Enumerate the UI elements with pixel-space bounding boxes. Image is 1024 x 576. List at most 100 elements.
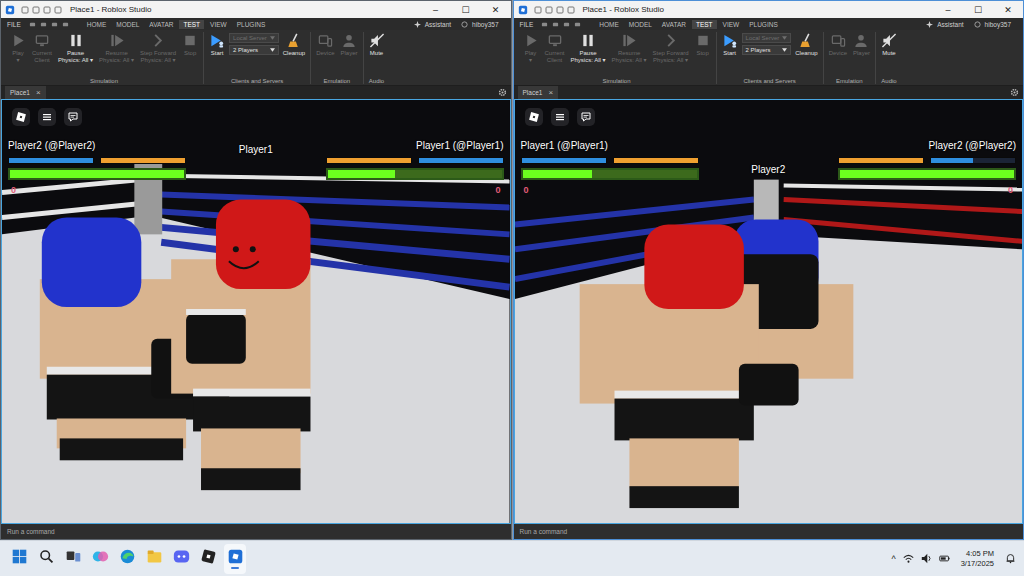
ribbon-tab[interactable]: PLUGINS xyxy=(745,20,782,29)
show-hidden-icons-button[interactable]: ^ xyxy=(891,554,895,564)
ribbon-button[interactable]: CurrentClient xyxy=(543,32,567,65)
toolbar-icon[interactable] xyxy=(40,21,47,28)
gear-icon[interactable] xyxy=(1010,88,1019,97)
chat-button[interactable] xyxy=(64,108,82,126)
wifi-icon[interactable] xyxy=(903,553,914,564)
taskbar-app[interactable] xyxy=(8,544,30,574)
ribbon-tab[interactable]: AVATAR xyxy=(658,20,690,29)
ribbon-button[interactable]: PausePhysics: All ▾ xyxy=(569,32,608,65)
taskbar-app[interactable] xyxy=(170,544,192,574)
taskbar-app[interactable] xyxy=(62,544,84,574)
ribbon-button[interactable]: Player xyxy=(338,32,359,58)
ribbon-button[interactable]: Cleanup xyxy=(793,32,819,58)
document-tab[interactable]: Place1× xyxy=(5,86,46,99)
user-menu[interactable]: hiboy357 xyxy=(472,21,498,28)
toolbar-icon[interactable] xyxy=(51,21,58,28)
ribbon-tab[interactable]: TEST xyxy=(179,20,204,29)
toolbar-icon[interactable] xyxy=(552,21,559,28)
quick-action-icon[interactable] xyxy=(567,6,575,14)
user-menu[interactable]: hiboy357 xyxy=(985,21,1011,28)
ribbon-tab[interactable]: HOME xyxy=(83,20,111,29)
gear-icon[interactable] xyxy=(498,88,507,97)
toolbar-icon[interactable] xyxy=(563,21,570,28)
window-control-button[interactable]: – xyxy=(421,1,451,18)
taskbar-app[interactable] xyxy=(197,544,219,574)
notification-bell-icon[interactable] xyxy=(1005,553,1016,564)
taskbar-app[interactable] xyxy=(89,544,111,574)
ribbon-button[interactable]: PausePhysics: All ▾ xyxy=(56,32,95,65)
game-viewport[interactable]: Player1 (@Player1)0Player2 (@Player2)0Pl… xyxy=(514,99,1024,524)
close-tab-button[interactable]: × xyxy=(548,88,553,97)
quick-action-icon[interactable] xyxy=(43,6,51,14)
window-control-button[interactable]: – xyxy=(933,1,963,18)
quick-action-icon[interactable] xyxy=(54,6,62,14)
quick-action-icon[interactable] xyxy=(534,6,542,14)
ribbon-button[interactable]: CurrentClient xyxy=(30,32,54,65)
taskbar-app[interactable] xyxy=(143,544,165,574)
game-viewport[interactable]: Player2 (@Player2)0Player1 (@Player1)0Pl… xyxy=(1,99,511,524)
window-control-button[interactable]: ✕ xyxy=(993,1,1023,18)
taskbar-app[interactable] xyxy=(116,544,138,574)
command-bar[interactable]: Run a command xyxy=(514,524,1024,539)
ribbon-button[interactable]: Mute xyxy=(879,32,899,58)
ribbon-tab[interactable]: VIEW xyxy=(719,20,744,29)
ribbon-button[interactable]: Mute xyxy=(367,32,387,58)
ribbon-tab[interactable]: MODEL xyxy=(625,20,656,29)
ribbon-button[interactable]: Stop xyxy=(693,32,713,58)
ribbon-button[interactable]: Device xyxy=(314,32,336,58)
window-control-button[interactable]: ☐ xyxy=(963,1,993,18)
ribbon-button[interactable]: Start xyxy=(207,32,227,58)
toolbar-icon[interactable] xyxy=(574,21,581,28)
document-tab[interactable]: Place1× xyxy=(518,86,559,99)
ribbon-button[interactable]: Play▾ xyxy=(521,32,541,65)
taskbar-app[interactable] xyxy=(224,544,246,574)
chat-button[interactable] xyxy=(577,108,595,126)
ribbon-dropdown[interactable]: Local Server xyxy=(742,33,792,43)
ribbon-button[interactable]: Stop xyxy=(180,32,200,58)
share-icon[interactable] xyxy=(974,21,981,28)
toolbar-icon[interactable] xyxy=(29,21,36,28)
ribbon-button[interactable]: Player xyxy=(851,32,872,58)
ribbon-tab[interactable]: AVATAR xyxy=(145,20,177,29)
window-control-button[interactable]: ☐ xyxy=(451,1,481,18)
battery-icon[interactable] xyxy=(939,553,950,564)
roblox-menu-button[interactable] xyxy=(525,108,543,126)
ribbon-button[interactable]: ResumePhysics: All ▾ xyxy=(610,32,649,65)
ribbon-tab[interactable]: MODEL xyxy=(112,20,143,29)
assistant-button[interactable]: Assistant xyxy=(937,21,963,28)
ribbon-button[interactable]: Cleanup xyxy=(281,32,307,58)
toolbar-icon[interactable] xyxy=(62,21,69,28)
command-bar[interactable]: Run a command xyxy=(1,524,511,539)
ribbon-tab[interactable]: PLUGINS xyxy=(233,20,270,29)
clock[interactable]: 4:05 PM3/17/2025 xyxy=(961,549,994,569)
ribbon-tab[interactable]: TEST xyxy=(692,20,717,29)
quick-action-icon[interactable] xyxy=(21,6,29,14)
ribbon-tab[interactable]: VIEW xyxy=(206,20,231,29)
ribbon-button[interactable]: Step ForwardPhysics: All ▾ xyxy=(138,32,178,65)
ribbon-button[interactable]: Device xyxy=(827,32,849,58)
stop-icon xyxy=(182,33,198,48)
menu-button[interactable] xyxy=(38,108,56,126)
ribbon-tab[interactable]: HOME xyxy=(595,20,623,29)
file-menu[interactable]: FILE xyxy=(520,21,534,28)
ribbon-dropdown[interactable]: 2 Players xyxy=(742,45,792,55)
ribbon-button[interactable]: Play▾ xyxy=(8,32,28,65)
roblox-menu-button[interactable] xyxy=(12,108,30,126)
ribbon-button[interactable]: Step ForwardPhysics: All ▾ xyxy=(651,32,691,65)
volume-icon[interactable] xyxy=(921,553,932,564)
ribbon-button[interactable]: Start xyxy=(720,32,740,58)
quick-action-icon[interactable] xyxy=(32,6,40,14)
close-tab-button[interactable]: × xyxy=(36,88,41,97)
quick-action-icon[interactable] xyxy=(545,6,553,14)
assistant-button[interactable]: Assistant xyxy=(425,21,451,28)
ribbon-button[interactable]: ResumePhysics: All ▾ xyxy=(97,32,136,65)
ribbon-dropdown[interactable]: Local Server xyxy=(229,33,279,43)
ribbon-dropdown[interactable]: 2 Players xyxy=(229,45,279,55)
window-control-button[interactable]: ✕ xyxy=(481,1,511,18)
menu-button[interactable] xyxy=(551,108,569,126)
share-icon[interactable] xyxy=(461,21,468,28)
toolbar-icon[interactable] xyxy=(541,21,548,28)
taskbar-app[interactable] xyxy=(35,544,57,574)
quick-action-icon[interactable] xyxy=(556,6,564,14)
file-menu[interactable]: FILE xyxy=(7,21,21,28)
